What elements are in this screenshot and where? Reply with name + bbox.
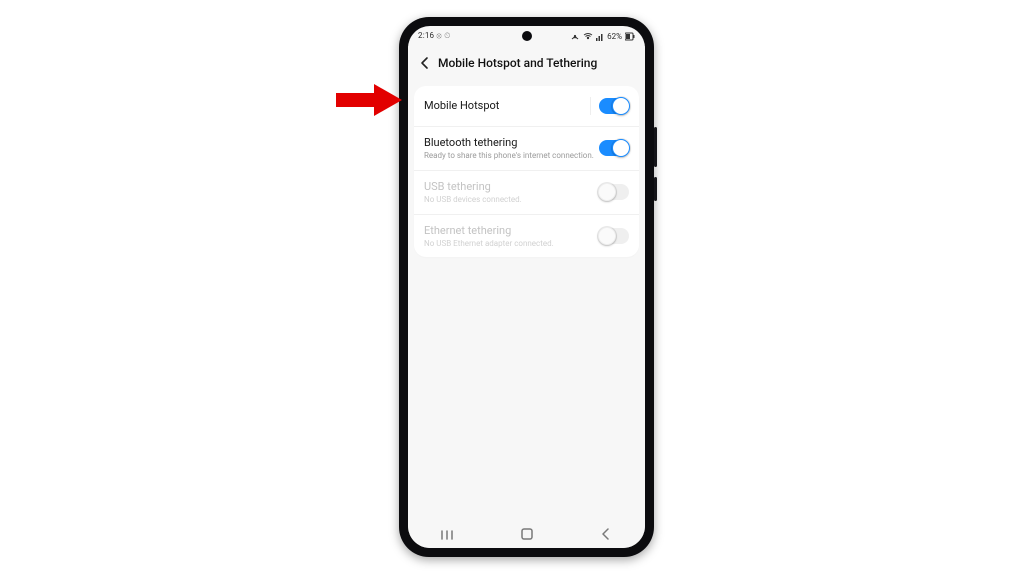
back-button[interactable] — [414, 52, 436, 74]
nav-home-button[interactable] — [520, 526, 534, 545]
nav-recents-button[interactable] — [440, 526, 456, 545]
row-label: Ethernet tethering — [424, 224, 599, 237]
signal-icon — [596, 32, 604, 41]
hotspot-icon — [570, 32, 580, 41]
back-icon — [599, 527, 613, 541]
wifi-icon — [583, 32, 593, 40]
row-bluetooth-tethering[interactable]: Bluetooth tethering Ready to share this … — [414, 126, 639, 170]
annotation-arrow-icon — [330, 78, 420, 128]
home-icon — [520, 527, 534, 541]
row-label: Bluetooth tethering — [424, 136, 599, 149]
toggle-ethernet-tethering — [599, 228, 629, 244]
row-label: Mobile Hotspot — [424, 99, 590, 112]
phone-frame: 2:16 ⦻ ⏲ 62% Mobile Hotspot and Tetherin… — [399, 17, 654, 557]
row-subtext: No USB devices connected. — [424, 195, 599, 205]
row-ethernet-tethering: Ethernet tethering No USB Ethernet adapt… — [414, 214, 639, 258]
row-subtext: No USB Ethernet adapter connected. — [424, 239, 599, 249]
settings-card: Mobile Hotspot Bluetooth tethering Ready… — [414, 86, 639, 257]
camera-notch-icon — [522, 31, 532, 41]
toggle-bluetooth-tethering[interactable] — [599, 140, 629, 156]
phone-screen: 2:16 ⦻ ⏲ 62% Mobile Hotspot and Tetherin… — [408, 26, 645, 548]
app-header: Mobile Hotspot and Tethering — [408, 46, 645, 80]
chevron-left-icon — [418, 56, 432, 70]
row-subtext: Ready to share this phone's internet con… — [424, 151, 599, 161]
battery-icon — [625, 32, 635, 41]
row-usb-tethering: USB tethering No USB devices connected. — [414, 170, 639, 214]
row-mobile-hotspot[interactable]: Mobile Hotspot — [414, 86, 639, 126]
row-divider — [590, 97, 591, 115]
status-time: 2:16 — [418, 31, 434, 40]
toggle-mobile-hotspot[interactable] — [599, 98, 629, 114]
page-title: Mobile Hotspot and Tethering — [438, 56, 597, 70]
row-label: USB tethering — [424, 180, 599, 193]
nav-back-button[interactable] — [599, 526, 613, 545]
status-left-icons: ⦻ ⏲ — [436, 31, 450, 40]
toggle-usb-tethering — [599, 184, 629, 200]
recents-icon — [440, 529, 456, 541]
system-nav-bar — [408, 522, 645, 548]
battery-percent: 62% — [607, 32, 622, 41]
